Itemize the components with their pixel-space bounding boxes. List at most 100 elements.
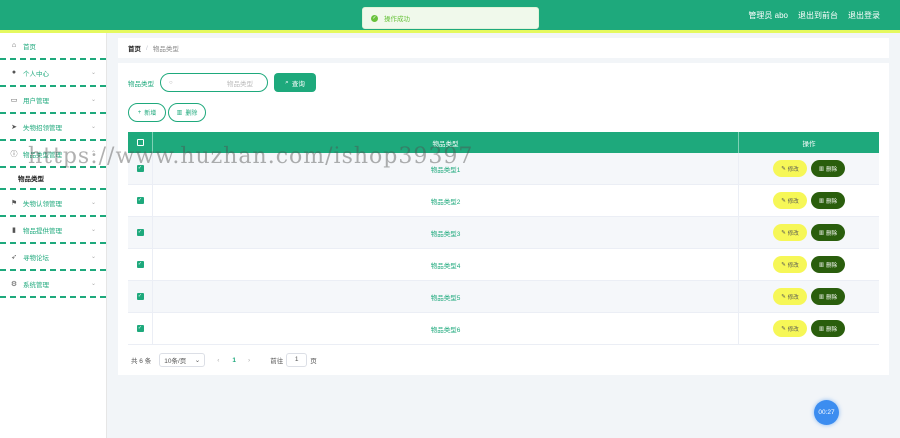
trash-icon: ▥ xyxy=(818,261,825,268)
table-row: ✓ 物品类型2 ✎ 修改 ▥ 删除 xyxy=(128,185,879,217)
trash-icon: ▥ xyxy=(818,165,825,172)
row-type-cell: 物品类型5 xyxy=(152,281,738,312)
edit-icon: ✎ xyxy=(781,229,786,236)
row-checkbox[interactable]: ✓ xyxy=(136,325,144,332)
edit-button[interactable]: ✎ 修改 xyxy=(773,256,807,273)
chevron-down-icon: ⌄ xyxy=(90,281,96,287)
breadcrumb-current: 物品类型 xyxy=(152,46,179,53)
edit-button[interactable]: ✎ 修改 xyxy=(773,160,807,177)
breadcrumb: 首页 / 物品类型 xyxy=(118,38,889,58)
query-button-label: 查询 xyxy=(291,80,305,88)
goto-label: 前往 xyxy=(270,358,284,365)
trash-icon: ▥ xyxy=(818,229,825,236)
row-checkbox[interactable]: ✓ xyxy=(136,165,144,172)
breadcrumb-home[interactable]: 首页 xyxy=(128,43,141,53)
prev-page-button[interactable]: ‹ xyxy=(217,357,219,364)
edit-icon: ✎ xyxy=(781,261,786,268)
delete-button[interactable]: ▥ 删除 xyxy=(811,160,845,177)
folder-icon: ▭ xyxy=(10,96,18,104)
table-header: 物品类型 操作 xyxy=(128,132,879,153)
page-number[interactable]: 1 xyxy=(232,357,236,364)
edit-button[interactable]: ✎ 修改 xyxy=(773,224,807,241)
sidebar-item-forum[interactable]: ➶ 寻物论坛 ⌄ xyxy=(0,244,106,271)
edit-icon: ✎ xyxy=(781,293,786,300)
toast-message: 操作成功 xyxy=(384,16,410,23)
batch-delete-label: 删除 xyxy=(185,111,198,117)
sidebar-item-supply[interactable]: ▮ 物品提供管理 ⌄ xyxy=(0,217,106,244)
sidebar-item-profile[interactable]: ● 个人中心 ⌄ xyxy=(0,60,106,87)
user-icon: ● xyxy=(11,69,17,76)
query-button[interactable]: ⌕ 查询 xyxy=(274,73,316,92)
chevron-down-icon: ⌄ xyxy=(90,200,96,206)
flag-icon: ⚑ xyxy=(10,199,18,207)
sidebar-item-item-types[interactable]: ⓘ 物品类型管理 ⌃ xyxy=(0,141,106,168)
row-checkbox[interactable]: ✓ xyxy=(136,261,144,268)
trash-icon: ▥ xyxy=(818,197,825,204)
breadcrumb-separator: / xyxy=(146,44,148,52)
sidebar-item-label: 用户管理 xyxy=(23,97,49,105)
table-row: ✓ 物品类型1 ✎ 修改 ▥ 删除 xyxy=(128,153,879,185)
sidebar-item-home[interactable]: ⌂ 首页 xyxy=(0,33,106,60)
trash-icon: ▥ xyxy=(818,293,825,300)
sidebar-item-system[interactable]: ⚙ 系统管理 ⌄ xyxy=(0,271,106,298)
next-page-button[interactable]: › xyxy=(248,357,250,364)
row-type-cell: 物品类型2 xyxy=(152,185,738,216)
add-button[interactable]: + 新增 xyxy=(128,103,166,122)
sidebar-item-lost-found[interactable]: ➤ 失物招领管理 ⌄ xyxy=(0,114,106,141)
sidebar-item-label: 首页 xyxy=(23,43,36,51)
edit-button[interactable]: ✎ 修改 xyxy=(773,320,807,337)
chevron-down-icon: ⌄ xyxy=(194,357,201,364)
trash-icon: ▥ xyxy=(176,110,183,116)
edit-icon: ✎ xyxy=(781,197,786,204)
sidebar-item-label: 物品类型管理 xyxy=(23,151,62,159)
edit-button[interactable]: ✎ 修改 xyxy=(773,192,807,209)
delete-button[interactable]: ▥ 删除 xyxy=(811,320,845,337)
table-row: ✓ 物品类型3 ✎ 修改 ▥ 删除 xyxy=(128,217,879,249)
topbar-accent-stripe xyxy=(0,30,900,33)
table-body: ✓ 物品类型1 ✎ 修改 ▥ 删除 ✓ 物品类型2 ✎ 修改 ▥ 删除 ✓ 物品类型3 xyxy=(128,153,879,345)
pagination-total: 共 6 条 xyxy=(131,358,152,365)
logout-link[interactable]: 退出登录 xyxy=(848,10,880,21)
search-icon: ○ xyxy=(169,79,173,86)
chevron-down-icon: ⌄ xyxy=(90,124,96,130)
select-all-checkbox[interactable] xyxy=(136,139,144,146)
chevron-up-icon: ⌃ xyxy=(90,151,96,157)
sidebar-item-claims[interactable]: ⚑ 失物认领管理 ⌄ xyxy=(0,190,106,217)
chart-icon: ▮ xyxy=(12,226,16,234)
sidebar-item-users[interactable]: ▭ 用户管理 ⌄ xyxy=(0,87,106,114)
search-label: 物品类型 xyxy=(128,81,154,88)
delete-button[interactable]: ▥ 删除 xyxy=(811,224,845,241)
content-card: 物品类型 ○ 物品类型 ⌕ 查询 + 新增 ▥ 删除 物品类型 操作 ✓ 物品类… xyxy=(118,63,889,375)
batch-delete-button[interactable]: ▥ 删除 xyxy=(168,103,206,122)
chevron-down-icon: ⌄ xyxy=(90,254,96,260)
search-input[interactable]: ○ 物品类型 xyxy=(160,73,268,92)
page-size-select[interactable]: 10条/页 ⌄ xyxy=(159,353,206,367)
sidebar-subitem-item-type[interactable]: 物品类型 xyxy=(0,168,106,190)
pagination: 共 6 条 10条/页 ⌄ ‹ 1 › 前往 1 页 xyxy=(131,353,317,367)
row-checkbox[interactable]: ✓ xyxy=(136,293,144,300)
floating-timer-button[interactable]: 00:27 xyxy=(814,400,839,425)
chevron-down-icon: ⌄ xyxy=(90,70,96,76)
sidebar-item-label: 系统管理 xyxy=(23,281,49,289)
home-icon: ⌂ xyxy=(11,42,17,49)
chevron-down-icon: ⌄ xyxy=(90,97,96,103)
edit-icon: ✎ xyxy=(781,325,786,332)
row-checkbox[interactable]: ✓ xyxy=(136,229,144,236)
delete-button[interactable]: ▥ 删除 xyxy=(811,288,845,305)
success-check-icon: ✓ xyxy=(371,14,378,22)
delete-button[interactable]: ▥ 删除 xyxy=(811,256,845,273)
goto-page-input[interactable]: 1 xyxy=(286,353,308,367)
edit-button[interactable]: ✎ 修改 xyxy=(773,288,807,305)
edit-icon: ✎ xyxy=(781,165,786,172)
row-checkbox[interactable]: ✓ xyxy=(136,197,144,204)
search-placeholder: 物品类型 xyxy=(227,80,253,88)
goto-unit: 页 xyxy=(310,358,317,365)
delete-button[interactable]: ▥ 删除 xyxy=(811,192,845,209)
row-type-cell: 物品类型1 xyxy=(152,153,738,184)
row-type-cell: 物品类型3 xyxy=(152,217,738,248)
row-type-cell: 物品类型4 xyxy=(152,249,738,280)
search-icon: ⌕ xyxy=(285,78,289,86)
sidebar-item-label: 物品提供管理 xyxy=(23,227,62,235)
send-icon: ➤ xyxy=(11,123,17,131)
back-to-front-link[interactable]: 退出到前台 xyxy=(798,10,838,21)
